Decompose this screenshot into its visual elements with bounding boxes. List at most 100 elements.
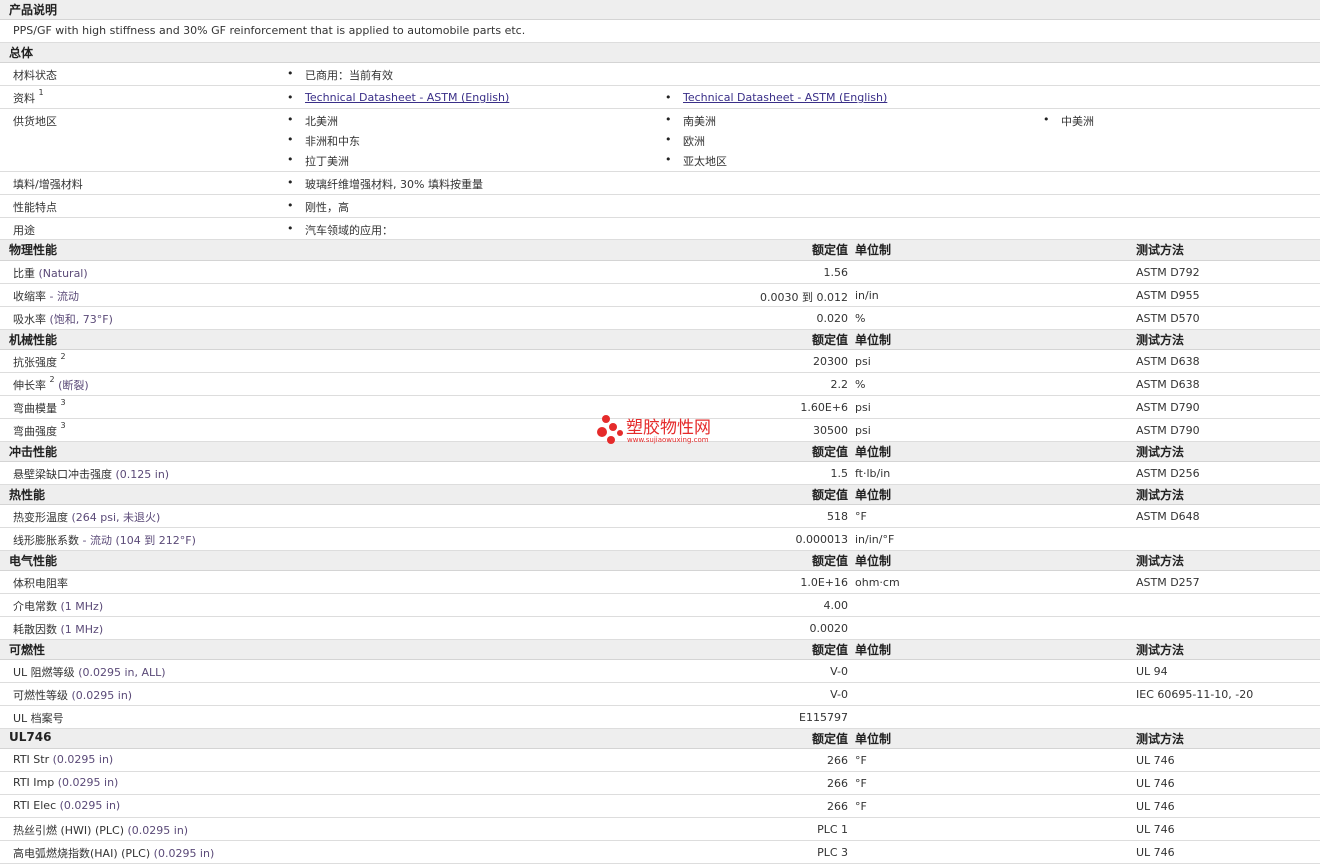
property-label: 填料/增强材料 [13,178,83,191]
property-name: 弯曲强度 [13,425,57,438]
section-header-impact: 冲击性能 额定值 单位制 测试方法 [0,442,1320,462]
property-name: 收缩率 [13,290,46,303]
footnote-mark: 1 [38,88,44,97]
material-status-value: 已商用：当前有效 [287,67,393,83]
property-label: 热变形温度 (264 psi, 未退火) [13,509,160,525]
method-header: 测试方法 [1136,445,1185,459]
uses-row: 用途 汽车领域的应用： [0,218,1320,240]
test-method: UL 746 [1136,800,1175,813]
property-name: 高电弧燃烧指数(HAI) (PLC) [13,847,151,860]
unit-header: 单位制 [855,732,892,746]
method-header: 测试方法 [1136,488,1185,502]
property-row: RTI Elec (0.0295 in) 266 °F UL 746 [0,795,1320,818]
property-row: UL 档案号 E115797 [0,706,1320,729]
test-method: ASTM D790 [1136,401,1200,414]
test-method: ASTM D257 [1136,576,1200,589]
watermark-url: www.sujiaowuxing.com [627,436,709,444]
property-name: RTI Str [13,753,50,766]
unit-header: 单位制 [855,554,892,568]
unit-header: 单位制 [855,488,892,502]
nominal-value: PLC 3 [817,846,848,859]
nominal-value: PLC 1 [817,823,848,836]
property-row: UL 阻燃等级 (0.0295 in, ALL) V-0 UL 94 [0,660,1320,683]
nominal-header: 额定值 [811,488,848,502]
nominal-value: V-0 [830,665,848,678]
test-method: ASTM D648 [1136,510,1200,523]
test-method: UL 746 [1136,754,1175,767]
property-row: 可燃性等级 (0.0295 in) V-0 IEC 60695-11-10, -20 [0,683,1320,706]
nominal-value: 20300 [813,355,848,368]
section-title: 机械性能 [9,333,58,347]
property-row: 热变形温度 (264 psi, 未退火) 518 °F ASTM D648 [0,505,1320,528]
test-method: IEC 60695-11-10, -20 [1136,688,1254,701]
list-item: Technical Datasheet - ASTM (English) [287,91,509,104]
property-condition: - 流动 [49,290,79,303]
property-label: 伸长率 2 (断裂) [13,375,89,393]
unit-value: °F [855,510,867,523]
region-item: 中美洲 [1043,113,1094,129]
property-row: 吸水率 (饱和, 73°F) 0.020% ASTM D570 [0,307,1320,330]
nominal-value: 4.00 [823,599,849,612]
property-name: 可燃性等级 [13,689,68,702]
property-label: UL 阻燃等级 (0.0295 in, ALL) [13,664,166,680]
region-item: 非洲和中东 [287,133,360,149]
property-name: 弯曲模量 [13,402,57,415]
property-condition: (0.0295 in) [52,753,114,766]
unit-header: 单位制 [855,333,892,347]
unit-value: °F [855,777,867,790]
property-row: 伸长率 2 (断裂) 2.2% ASTM D638 [0,373,1320,396]
property-row: 线形膨胀系数 - 流动 (104 到 212°F) 0.000013 in/in/°… [0,528,1320,551]
property-row: 抗张强度 2 20300 psi ASTM D638 [0,350,1320,373]
property-name: RTI Elec [13,799,57,812]
property-condition: (1 MHz) [60,600,104,613]
property-condition: (饱和, 73°F) [49,313,113,326]
property-row: 耗散因数 (1 MHz) 0.0020 [0,617,1320,640]
property-label: 吸水率 (饱和, 73°F) [13,311,113,327]
nominal-value: V-0 [830,688,848,701]
test-method: ASTM D790 [1136,424,1200,437]
uses-value: 汽车领域的应用： [287,222,393,238]
datasheet-link[interactable]: Technical Datasheet - ASTM (English) [305,91,509,104]
filler-row: 填料/增强材料 玻璃纤维增强材料, 30% 填料按重量 [0,172,1320,195]
unit-value: in/in/°F [855,533,895,546]
unit-value: psi [855,401,871,414]
nominal-value: 30500 [813,424,848,437]
property-name: RTI Imp [13,776,55,789]
property-row: 悬壁梁缺口冲击强度 (0.125 in) 1.5 ft·lb/in ASTM D256 [0,462,1320,485]
property-row: 比重 (Natural) 1.56 ASTM D792 [0,261,1320,284]
property-name: 吸水率 [13,313,46,326]
section-header-product-description: 产品说明 [0,0,1320,20]
footnote-mark: 3 [60,398,66,407]
method-header: 测试方法 [1136,243,1185,257]
region-item: 北美洲 [287,113,338,129]
footnote-mark: 2 [60,352,66,361]
property-name: UL 阻燃等级 [13,666,75,679]
property-name: 热丝引燃 (HWI) (PLC) [13,824,124,837]
test-method: ASTM D570 [1136,312,1200,325]
nominal-value: 1.5 [830,467,849,480]
section-title: 物理性能 [9,243,58,257]
test-method: ASTM D638 [1136,378,1200,391]
nominal-header: 额定值 [811,333,848,347]
property-condition: (0.0295 in) [127,824,189,837]
test-method: UL 746 [1136,823,1175,836]
datasheet-link[interactable]: Technical Datasheet - ASTM (English) [683,91,887,104]
availability-row: 供货地区 北美洲 南美洲 中美洲 非洲和中东 欧洲 拉丁美洲 亚太地区 [0,109,1320,172]
property-name: 线形膨胀系数 [13,534,79,547]
property-label: 高电弧燃烧指数(HAI) (PLC) (0.0295 in) [13,845,214,861]
list-item: Technical Datasheet - ASTM (English) [665,91,887,104]
method-header: 测试方法 [1136,554,1185,568]
test-method: ASTM D792 [1136,266,1200,279]
footnote-mark: 3 [60,421,66,430]
section-header-electrical: 电气性能 额定值 单位制 测试方法 [0,551,1320,571]
property-label: 抗张强度 2 [13,352,66,370]
section-header-flammability: 可燃性 额定值 单位制 测试方法 [0,640,1320,660]
property-label: 收缩率 - 流动 [13,288,79,304]
property-name: 悬壁梁缺口冲击强度 [13,468,112,481]
section-title: 产品说明 [9,3,58,17]
property-label: RTI Str (0.0295 in) [13,753,113,766]
product-description-row: PPS/GF with high stiffness and 30% GF re… [0,20,1320,43]
molecule-logo-icon [597,415,623,444]
region-item: 亚太地区 [665,153,727,169]
unit-header: 单位制 [855,243,892,257]
